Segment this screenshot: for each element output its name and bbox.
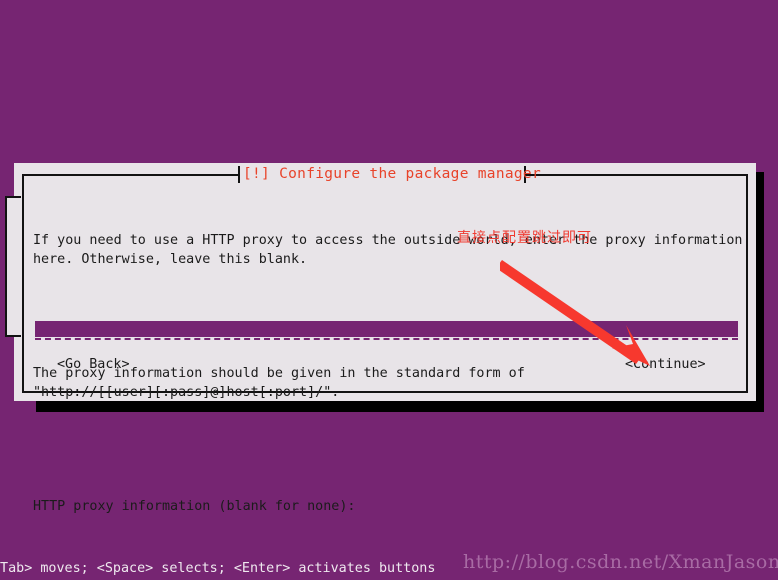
annotation-text: 直接点配置跳过即可 [457,230,592,246]
dialog-left-gutter-frame [5,196,21,337]
proxy-input-label: HTTP proxy information (blank for none): [33,499,356,514]
go-back-button[interactable]: <Go Back> [57,356,130,374]
title-separator-left-icon [238,166,240,183]
proxy-input[interactable] [35,321,738,337]
continue-button[interactable]: <Continue> [625,356,706,374]
proxy-input-underline [35,338,738,340]
proxy-input-caret [35,333,44,336]
dialog-paragraph-intro: If you need to use a HTTP proxy to acces… [33,233,743,267]
terminal-screen: [!] Configure the package manager If you… [0,0,778,580]
watermark: http://blog.csdn.net/XmanJason [463,551,778,573]
status-bar-text: <Tab> moves; <Space> selects; <Enter> ac… [0,561,436,576]
proxy-input-group[interactable] [35,321,738,343]
dialog-title: [!] Configure the package manager [243,166,541,182]
